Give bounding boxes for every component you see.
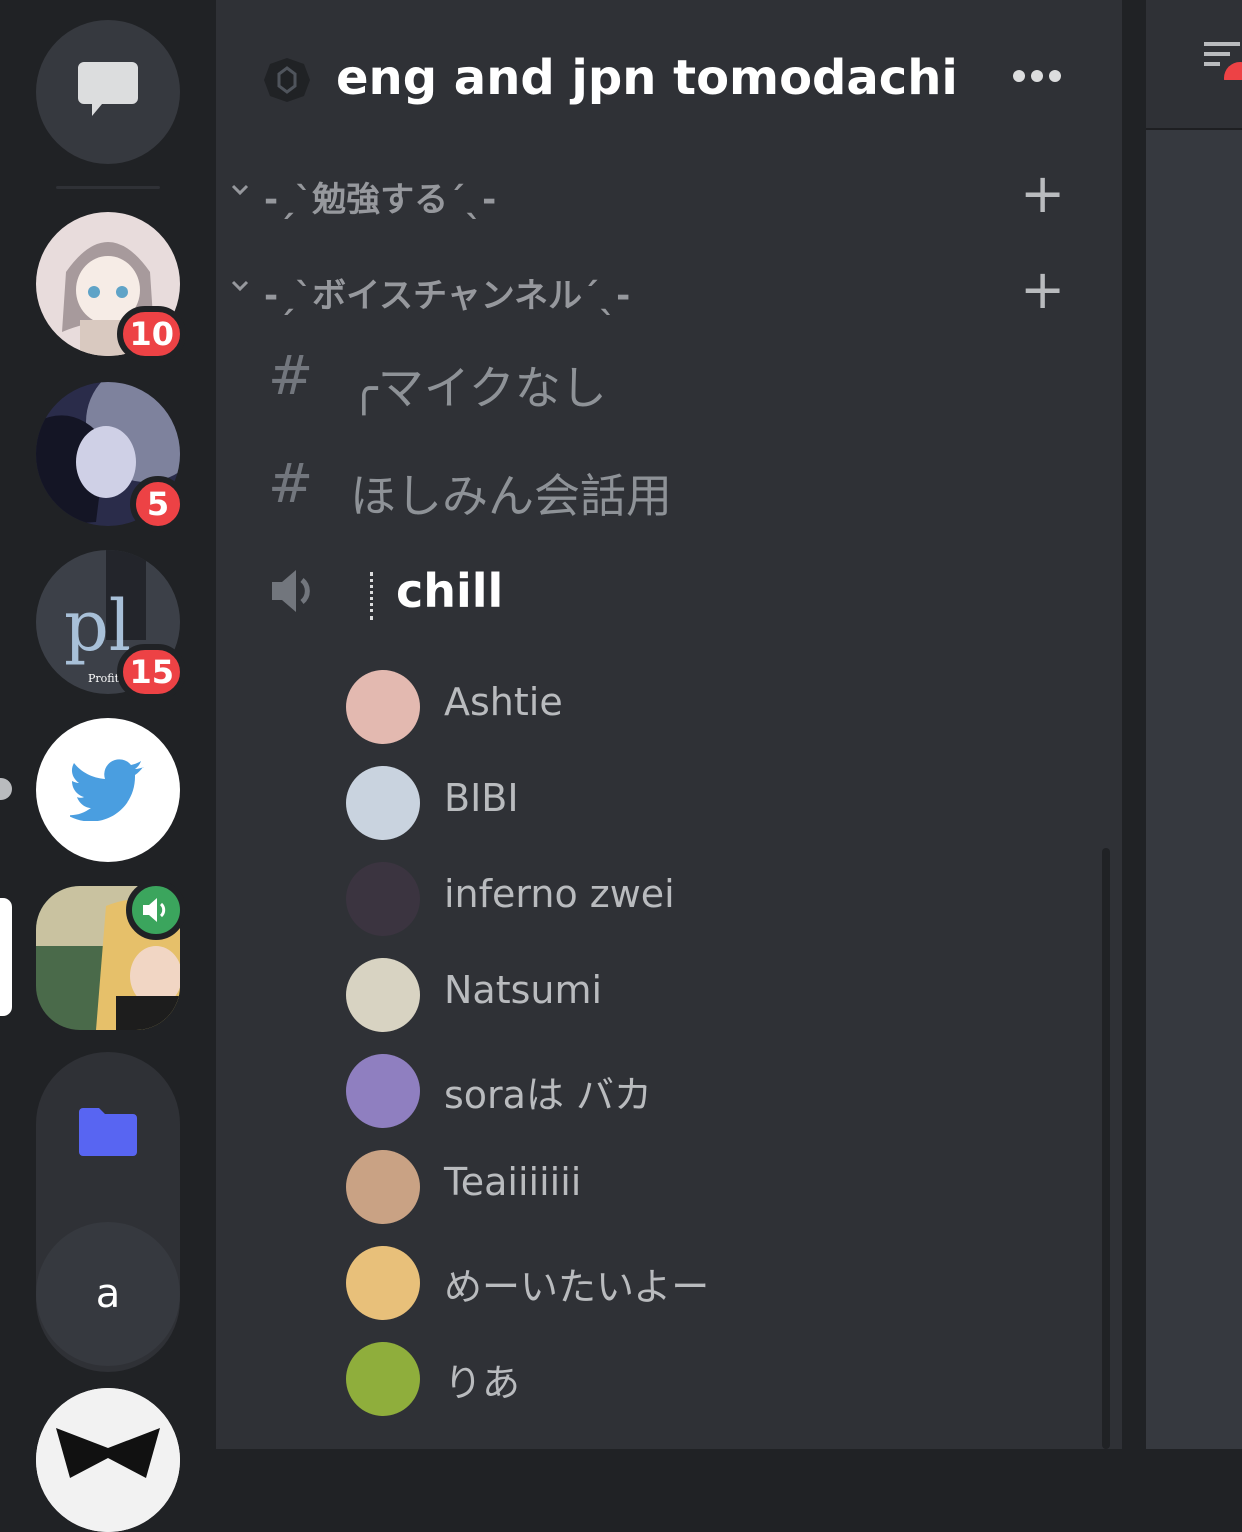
category-name: -ˏˋ勉強するˊˎ-: [264, 180, 497, 220]
voice-user[interactable]: soraは バカ: [346, 1050, 1046, 1130]
svg-text:pl: pl: [64, 585, 131, 667]
scrollbar[interactable]: [1102, 848, 1110, 1449]
channel-name: ╭マイクなし: [350, 361, 607, 415]
unread-indicator: [0, 778, 12, 800]
hash-icon: #: [268, 452, 314, 515]
add-channel-button[interactable]: +: [1020, 263, 1065, 317]
chat-area-edge: [1122, 0, 1242, 1449]
chat-header: [1146, 0, 1242, 130]
channel-no-mic[interactable]: # ╭マイクなし: [216, 330, 1122, 430]
server-icon-active-voice[interactable]: [36, 880, 186, 1030]
voice-user[interactable]: inferno zwei: [346, 858, 1046, 938]
voice-user[interactable]: りあ: [346, 1338, 1046, 1418]
server-icon-venom[interactable]: [36, 1388, 180, 1532]
server-icon-profit[interactable]: pl Profit 15: [36, 550, 186, 700]
more-dots-icon[interactable]: [1012, 68, 1062, 87]
server-avatar: [36, 1388, 180, 1532]
voice-user[interactable]: Ashtie: [346, 666, 1046, 746]
avatar: [346, 766, 420, 840]
direct-messages-button[interactable]: [36, 20, 180, 164]
channel-hoshimin[interactable]: # ほしみん会話用: [216, 438, 1122, 538]
username: めーいたいよー: [444, 1265, 710, 1309]
avatar: [346, 958, 420, 1032]
channel-divider: [370, 572, 373, 620]
server-header[interactable]: eng and jpn tomodachi: [216, 0, 1122, 160]
voice-channel-chill[interactable]: chill: [216, 542, 1122, 642]
server-icon-letter[interactable]: a: [36, 1222, 180, 1366]
add-channel-button[interactable]: +: [1020, 167, 1065, 221]
chevron-down-icon: [230, 182, 250, 201]
voice-user[interactable]: Teaiiiiiii: [346, 1146, 1046, 1226]
category-voice[interactable]: -ˏˋボイスチャンネルˊˎ- +: [216, 260, 1122, 320]
username: Ashtie: [444, 680, 563, 724]
voice-user[interactable]: Natsumi: [346, 954, 1046, 1034]
speaker-icon: [268, 566, 318, 620]
channel-name: ほしみん会話用: [350, 469, 672, 523]
server-list: 10 5 pl Profit 15 a: [0, 0, 216, 1532]
avatar: [346, 1246, 420, 1320]
username: Natsumi: [444, 968, 603, 1012]
server-name: eng and jpn tomodachi: [336, 50, 958, 106]
avatar: [346, 1150, 420, 1224]
username: りあ: [444, 1361, 521, 1405]
boost-badge-icon: [262, 56, 312, 108]
chat-bubble-icon: [76, 60, 140, 124]
avatar: [346, 862, 420, 936]
server-icon-dark-anime[interactable]: 5: [36, 382, 186, 532]
server-icon-twitter[interactable]: [36, 718, 180, 862]
rail-separator: [56, 186, 160, 189]
category-study[interactable]: -ˏˋ勉強するˊˎ- +: [216, 164, 1122, 224]
category-name: -ˏˋボイスチャンネルˊˎ-: [264, 276, 631, 316]
twitter-bird-icon: [36, 718, 180, 862]
channel-sidebar: eng and jpn tomodachi -ˏˋ勉強するˊˎ- + -ˏˋボイ…: [216, 0, 1122, 1449]
folder-icon: [36, 1082, 180, 1182]
chat-background: [1146, 0, 1242, 1449]
server-folder[interactable]: a: [36, 1052, 180, 1372]
avatar: [346, 1342, 420, 1416]
selected-indicator: [0, 898, 12, 1016]
threads-icon[interactable]: [1202, 40, 1242, 94]
chevron-down-icon: [230, 278, 250, 297]
mention-badge: 15: [117, 644, 186, 700]
hash-icon: #: [268, 344, 314, 407]
username: soraは バカ: [444, 1073, 653, 1117]
speaker-icon: [126, 880, 186, 940]
username: inferno zwei: [444, 872, 675, 916]
mention-badge: 5: [130, 476, 186, 532]
voice-user[interactable]: BIBI: [346, 762, 1046, 842]
voice-user[interactable]: めーいたいよー: [346, 1242, 1046, 1322]
avatar: [346, 670, 420, 744]
avatar: [346, 1054, 420, 1128]
username: BIBI: [444, 776, 519, 820]
username: Teaiiiiiii: [444, 1160, 582, 1204]
svg-text:Profit: Profit: [88, 672, 120, 685]
server-icon-anime-girl[interactable]: 10: [36, 212, 186, 362]
mention-badge: 10: [117, 306, 186, 362]
channel-name: chill: [396, 564, 504, 618]
